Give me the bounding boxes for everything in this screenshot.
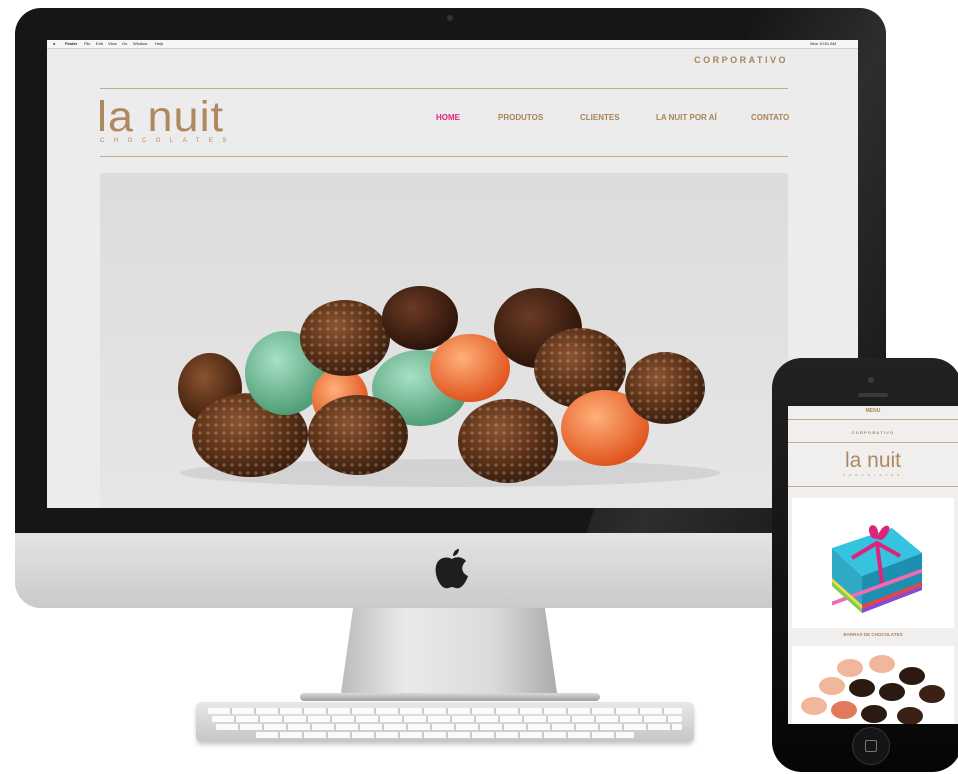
- header-divider-bottom: [100, 156, 788, 157]
- mac-menubar: ● Finder File Edit View Go Window Help M…: [47, 40, 858, 49]
- keyboard: [196, 702, 694, 742]
- mobile-logo-tagline: CHOCOLATES: [842, 473, 904, 477]
- bonbons-icon: [801, 655, 945, 724]
- mobile-divider-3: [788, 486, 958, 487]
- corporate-link[interactable]: CORPORATIVO: [694, 55, 788, 65]
- chocolate-clusters-illustration: [178, 286, 720, 487]
- menubar-go[interactable]: Go: [122, 40, 127, 48]
- site-logo[interactable]: la nuit: [97, 95, 224, 138]
- mobile-screen: MENU CORPORATIVO la nuit CHOCOLATES BARR…: [788, 406, 958, 724]
- nav-contato[interactable]: CONTATO: [751, 113, 789, 122]
- menubar-file[interactable]: File: [84, 40, 90, 48]
- bonbons-image[interactable]: [792, 646, 954, 724]
- mobile-divider-1: [788, 419, 958, 420]
- gift-box-icon: [832, 525, 922, 613]
- header-divider-top: [100, 88, 788, 89]
- nav-clientes[interactable]: CLIENTES: [580, 113, 620, 122]
- camera-icon: [447, 15, 453, 21]
- gift-box-image[interactable]: [792, 498, 954, 628]
- nav-produtos[interactable]: PRODUTOS: [498, 113, 543, 122]
- menubar-apple-icon[interactable]: ●: [53, 40, 55, 48]
- mobile-divider-2: [788, 442, 958, 443]
- menubar-finder[interactable]: Finder: [65, 40, 77, 48]
- menubar-view[interactable]: View: [108, 40, 117, 48]
- menubar-help[interactable]: Help: [155, 40, 163, 48]
- mobile-corporate-link[interactable]: CORPORATIVO: [788, 430, 958, 435]
- home-button-icon: [865, 740, 877, 752]
- nav-la-nuit-por-ai[interactable]: LA NUIT POR AÍ: [656, 113, 717, 122]
- menubar-window[interactable]: Window: [133, 40, 147, 48]
- desktop-screen: ● Finder File Edit View Go Window Help M…: [47, 40, 858, 508]
- imac-stand: [340, 608, 558, 700]
- mobile-menu-button[interactable]: MENU: [788, 408, 958, 414]
- mobile-product-caption[interactable]: BARRAS DE CHOCOLATES: [788, 632, 958, 637]
- imac-stand-base: [300, 693, 600, 701]
- phone-speaker: [858, 393, 888, 397]
- hero-image: [100, 173, 788, 508]
- phone-camera-icon: [868, 377, 874, 383]
- site-logo-tagline: CHOCOLATES: [100, 138, 236, 144]
- nav-home[interactable]: HOME: [436, 113, 460, 122]
- menubar-edit[interactable]: Edit: [96, 40, 103, 48]
- menubar-clock: Mon 10:51 AM: [810, 41, 836, 46]
- mobile-logo[interactable]: la nuit: [788, 450, 958, 471]
- apple-logo-icon: [435, 549, 468, 589]
